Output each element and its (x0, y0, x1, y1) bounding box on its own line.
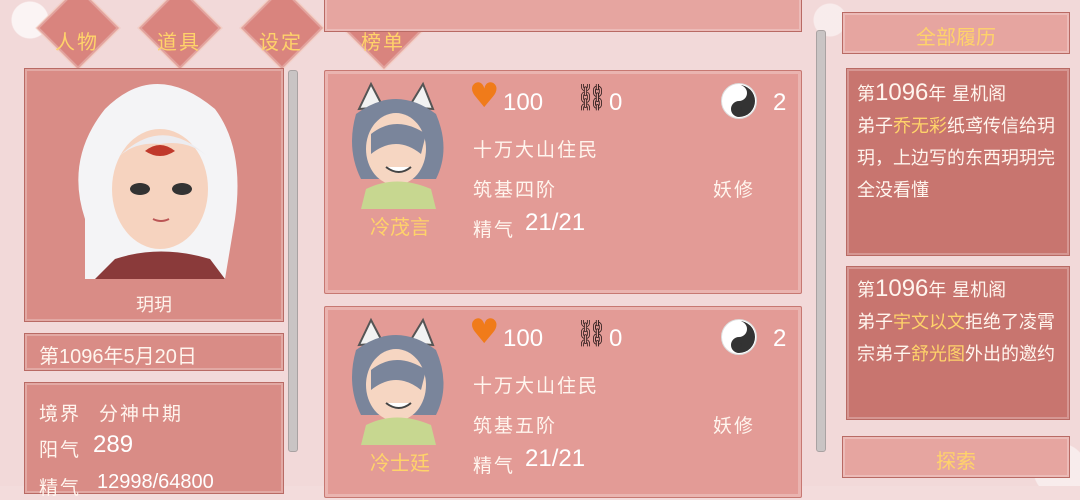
history-entry-2: 第1096年 星机阁 弟子宇文以文拒绝了凌霄宗弟子舒光图外出的邀约 (846, 266, 1070, 420)
character-name: 玥玥 (136, 295, 172, 316)
tab-characters[interactable]: 人物 (32, 26, 122, 55)
card-1-realm: 筑基四阶 (473, 179, 558, 201)
card-1-yinyang-count: 2 (773, 89, 787, 116)
handcuffs-icon: ⛓ (575, 319, 609, 349)
yinyang-icon (721, 83, 757, 119)
card-2-yinyang-count: 2 (773, 325, 787, 352)
top-card-partial (324, 0, 802, 32)
history-entry-2-text: 第1096年 星机阁 弟子宇文以文拒绝了凌霄宗弟子舒光图外出的邀约 (857, 275, 1055, 365)
card-2-essence-label: 精气 (473, 455, 516, 477)
card-2-name: 冷士廷 (370, 451, 430, 475)
card-1-essence-value: 21/21 (525, 209, 586, 236)
history-header-panel: 全部履历 (842, 12, 1070, 54)
explore-label[interactable]: 探索 (843, 445, 1069, 474)
tab-settings[interactable]: 设定 (236, 26, 326, 55)
history-entry-1: 第1096年 星机阁 弟子乔无彩纸鸢传信给玥玥，上边写的东西玥玥完全没看懂 (846, 68, 1070, 256)
character-card-2[interactable]: 冷士廷 ♥ 100 ⛓ 0 2 十万大山住民 筑基五阶 妖修 精气 21/21 (324, 306, 802, 498)
card-1-essence-label: 精气 (473, 219, 516, 241)
card-1-name: 冷茂言 (370, 215, 430, 239)
card-1-bonds: 0 (609, 89, 623, 116)
heart-icon: ♥ (469, 312, 500, 352)
realm-label: 境界 (39, 403, 82, 425)
card-1-cultivation: 妖修 (713, 179, 756, 201)
card-2-origin: 十万大山住民 (473, 375, 600, 397)
stats-panel: 境界 分神中期 阳气 289 精气 12998/64800 (24, 382, 284, 499)
yang-value: 289 (93, 431, 134, 458)
card-2-essence-value: 21/21 (525, 445, 586, 472)
left-scrollbar[interactable] (288, 70, 298, 452)
card-1-origin: 十万大山住民 (473, 139, 600, 161)
character-card-1[interactable]: 冷茂言 ♥ 100 ⛓ 0 2 十万大山住民 筑基四阶 妖修 精气 21/21 (324, 70, 802, 294)
handcuffs-icon: ⛓ (575, 83, 609, 113)
history-entry-1-text: 第1096年 星机阁 弟子乔无彩纸鸢传信给玥玥，上边写的东西玥玥完全没看懂 (857, 79, 1055, 201)
card-1-health: 100 (503, 89, 544, 116)
date-panel: 第1096年5月20日 (24, 333, 284, 371)
card-2-bonds: 0 (609, 325, 623, 352)
card-2-avatar (352, 317, 444, 445)
character-portrait-panel: 玥玥 (24, 68, 284, 322)
yang-label: 阳气 (39, 439, 82, 461)
card-2-health: 100 (503, 325, 544, 352)
character-portrait (78, 84, 238, 279)
current-date: 第1096年5月20日 (39, 346, 197, 368)
card-2-realm: 筑基五阶 (473, 415, 558, 437)
yinyang-icon (721, 319, 757, 355)
history-header: 全部履历 (916, 25, 996, 49)
cards-scrollbar[interactable] (816, 30, 826, 452)
heart-icon: ♥ (469, 76, 500, 116)
jing-value: 12998/64800 (97, 471, 214, 493)
explore-button[interactable]: 探索 (842, 436, 1070, 478)
card-1-avatar (352, 81, 444, 209)
card-2-cultivation: 妖修 (713, 415, 756, 437)
realm-value: 分神中期 (99, 403, 184, 425)
tab-items[interactable]: 道具 (134, 26, 224, 55)
jing-label: 精气 (39, 477, 82, 499)
